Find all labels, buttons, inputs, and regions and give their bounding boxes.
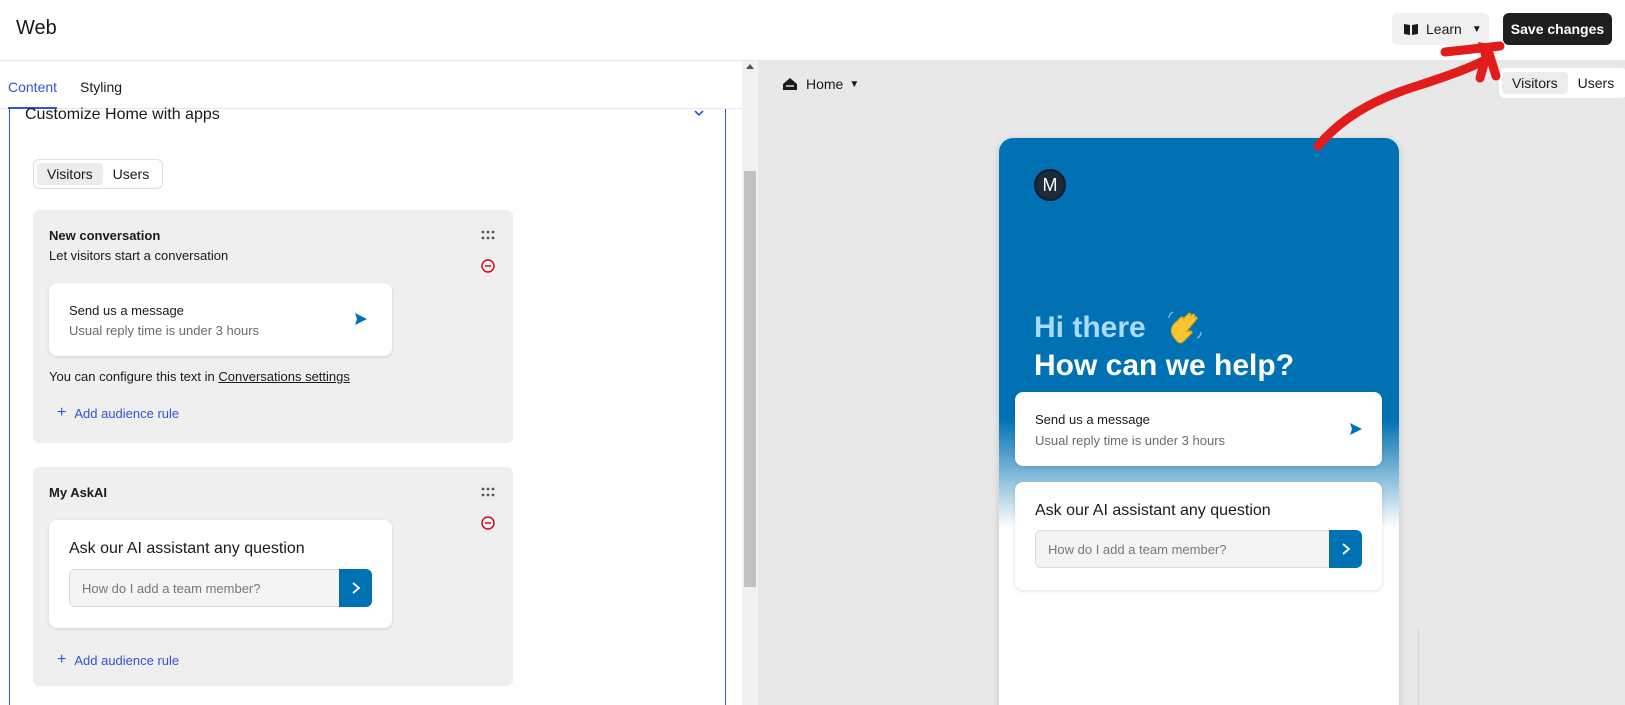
page-title: Web xyxy=(16,17,57,39)
messenger-phone: M Hi there How can we help? Send us a me… xyxy=(999,138,1399,705)
send-icon xyxy=(355,313,367,325)
add-audience-rule-button[interactable]: + Add audience rule xyxy=(57,404,179,422)
askai-submit-button[interactable] xyxy=(1329,530,1362,568)
message-title: Send us a message xyxy=(1035,412,1150,427)
headline-text: How can we help? xyxy=(1034,349,1295,382)
drag-handle-icon[interactable] xyxy=(481,230,495,240)
audience-toggle: Visitors Users xyxy=(33,159,164,189)
card-subtitle: Let visitors start a conversation xyxy=(49,248,229,263)
learn-label: Learn xyxy=(1426,21,1462,37)
message-subtitle: Usual reply time is under 3 hours xyxy=(1035,433,1226,448)
scroll-up-icon[interactable] xyxy=(746,64,754,69)
messenger-preview: Home ▼ Visitors Users M Hi there How can… xyxy=(758,61,1625,705)
remove-icon[interactable] xyxy=(481,259,495,273)
greeting-text: Hi there xyxy=(1034,311,1146,344)
config-note: You can configure this text in Conversat… xyxy=(49,369,350,384)
askai-placeholder: How do I add a team member? xyxy=(1048,542,1227,557)
askai-card: Ask our AI assistant any question How do… xyxy=(1015,482,1382,590)
askai-preview: Ask our AI assistant any question How do… xyxy=(49,520,392,628)
scrollbar[interactable] xyxy=(742,61,758,705)
remove-icon[interactable] xyxy=(481,516,495,530)
waving-hand-icon xyxy=(1168,311,1202,344)
drag-handle-icon[interactable] xyxy=(481,487,495,497)
chevron-right-icon xyxy=(1341,543,1350,555)
tab-styling[interactable]: Styling xyxy=(80,79,122,95)
preview-audience-toggle: Visitors Users xyxy=(1499,68,1625,98)
learn-button[interactable]: Learn ▼ xyxy=(1392,13,1489,45)
message-subtitle: Usual reply time is under 3 hours xyxy=(69,323,260,338)
askai-title: Ask our AI assistant any question xyxy=(1035,502,1271,519)
caret-down-icon: ▼ xyxy=(849,78,860,90)
toggle-visitors[interactable]: Visitors xyxy=(37,163,103,185)
card-title: My AskAI xyxy=(49,485,108,500)
divider xyxy=(1418,628,1419,705)
send-message-card[interactable]: Send us a message Usual reply time is un… xyxy=(1015,392,1382,466)
card-title: New conversation xyxy=(49,228,161,243)
top-bar: Web Learn ▼ Save changes xyxy=(0,0,1625,61)
chevron-down-icon[interactable] xyxy=(692,106,706,120)
scroll-thumb[interactable] xyxy=(744,171,756,587)
home-icon xyxy=(783,78,797,90)
message-preview: Send us a message Usual reply time is un… xyxy=(49,283,392,356)
toggle-users[interactable]: Users xyxy=(103,163,160,185)
save-changes-button[interactable]: Save changes xyxy=(1503,13,1612,45)
askai-input[interactable]: How do I add a team member? xyxy=(1035,530,1335,568)
new-conversation-card: New conversation Let visitors start a co… xyxy=(33,210,513,443)
message-title: Send us a message xyxy=(69,303,184,318)
add-audience-rule-button[interactable]: + Add audience rule xyxy=(57,651,179,669)
askai-input[interactable]: How do I add a team member? xyxy=(69,569,369,607)
plus-icon: + xyxy=(57,651,67,668)
send-icon xyxy=(1350,423,1362,435)
page-select[interactable]: Home ▼ xyxy=(782,76,859,92)
askai-placeholder: How do I add a team member? xyxy=(82,581,261,596)
chevron-right-icon xyxy=(351,582,360,594)
caret-down-icon: ▼ xyxy=(1471,23,1482,35)
page-select-label: Home xyxy=(806,76,844,92)
toggle-visitors[interactable]: Visitors xyxy=(1502,72,1568,94)
book-icon xyxy=(1404,24,1418,35)
askai-card: My AskAI Ask our AI assistant any questi… xyxy=(33,467,513,686)
toggle-users[interactable]: Users xyxy=(1568,72,1625,94)
avatar: M xyxy=(1034,169,1066,201)
conversations-settings-link[interactable]: Conversations settings xyxy=(218,369,350,384)
section-title[interactable]: Customize Home with apps xyxy=(25,106,220,124)
plus-icon: + xyxy=(57,404,67,421)
askai-title: Ask our AI assistant any question xyxy=(69,540,305,557)
tab-content[interactable]: Content xyxy=(8,79,58,109)
askai-submit-button[interactable] xyxy=(339,569,372,607)
panel-tabs: Content Styling xyxy=(0,61,742,109)
